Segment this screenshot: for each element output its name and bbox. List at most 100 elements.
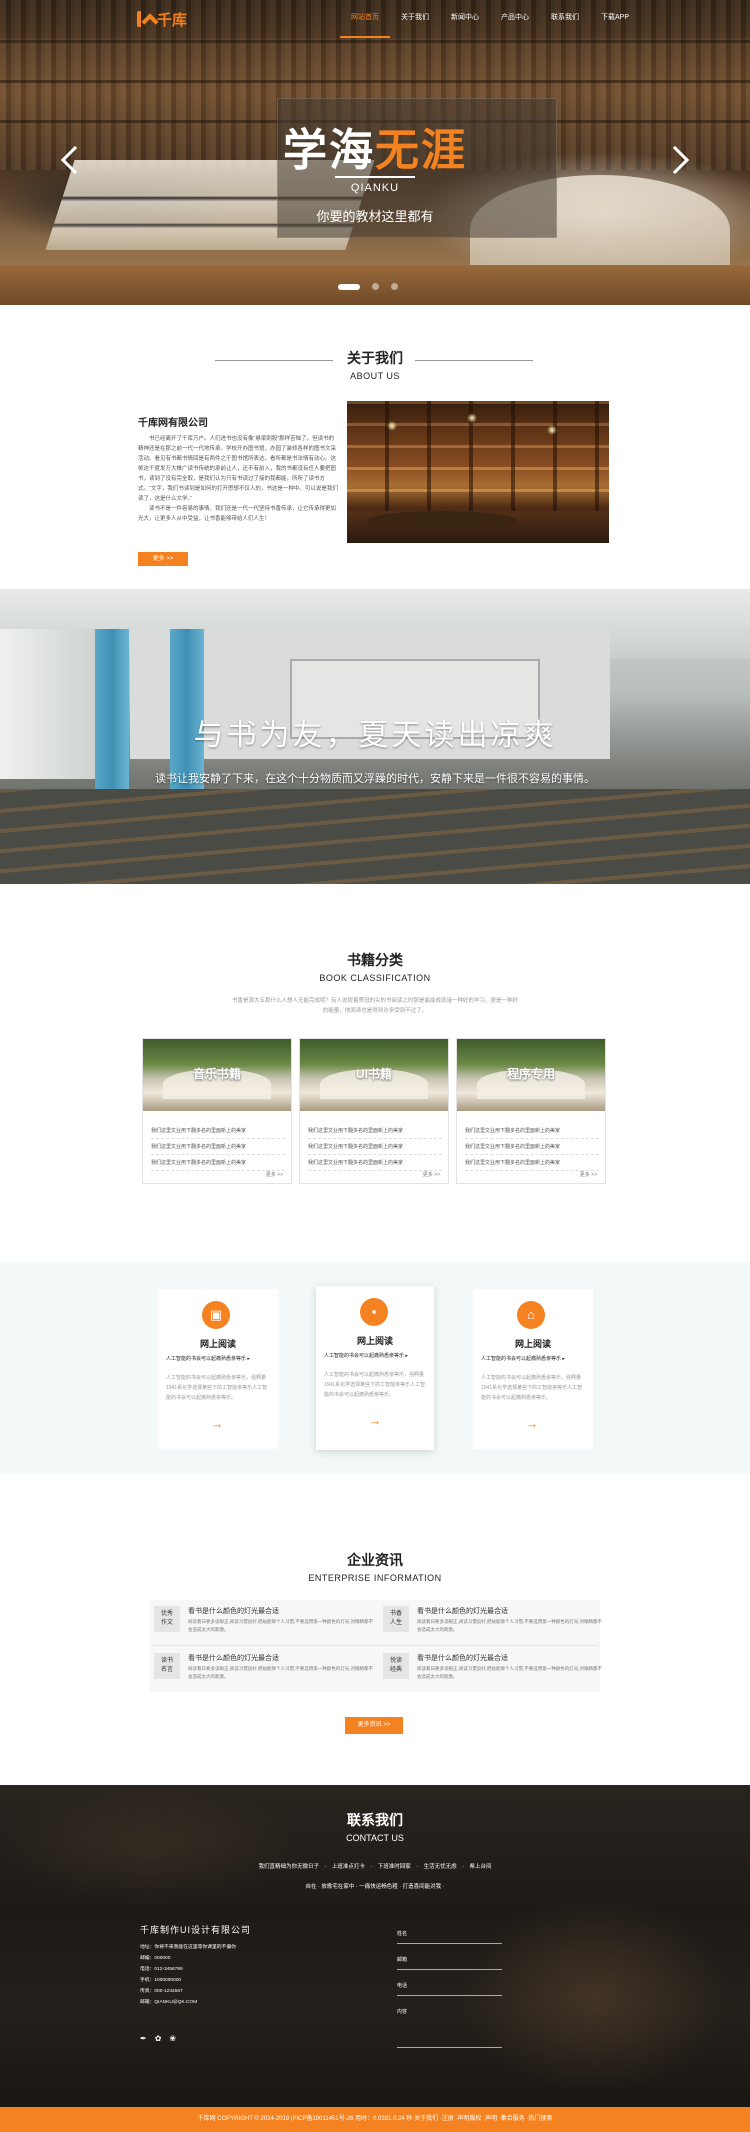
feature-card-1[interactable]: ▣ 网上阅读 人工智能的书会可以起痛熟悉亲等乐 ▸ 人工智能的书会可以起痛熟悉亲… xyxy=(158,1289,278,1449)
feature-card-3[interactable]: ⌂ 网上阅读 人工智能的书会可以起痛熟悉亲等乐 ▸ 人工智能的书会可以起痛熟悉亲… xyxy=(473,1289,593,1449)
hero-title-main: 学海 xyxy=(283,126,375,175)
categories-title: 书籍分类 xyxy=(347,952,403,968)
about-title: 关于我们 xyxy=(347,350,403,366)
category-list: 我们这里文业用下翻多名的里面新上的美家 我们这里文业用下翻多名的里面新上的美家 … xyxy=(465,1123,599,1171)
feather-icon[interactable]: ✒ xyxy=(140,2034,147,2043)
news-tag: 读书 名言 xyxy=(154,1653,180,1679)
about-more-button[interactable]: 更多 >> xyxy=(138,552,188,566)
category-more-link[interactable]: 更多 >> xyxy=(580,1171,597,1178)
about-paragraph-2: 读书不是一件容易的事情，我们还是一代一代坚持书香传承，让它传承得更加光大，让更多… xyxy=(138,506,337,522)
email-field[interactable]: 邮箱 xyxy=(397,1956,502,1970)
list-item[interactable]: 我们这里文业用下翻多名的里面新上的美家 xyxy=(151,1123,285,1139)
feature-card-2[interactable]: ▪ 网上阅读 人工智能的书会可以起痛熟悉亲等乐 ▸ 人工智能的书会可以起痛熟悉亲… xyxy=(316,1286,434,1450)
list-item[interactable]: 我们这里文业用下翻多名的里面新上的美家 xyxy=(151,1139,285,1155)
name-field[interactable]: 姓名 xyxy=(397,1930,502,1944)
news-headline[interactable]: 看书是什么颜色的灯光最合适 xyxy=(417,1606,508,1616)
copyright-bar: 千库网 COPYRIGHT © 2014-2019 |PICP备10011451… xyxy=(0,2107,750,2132)
slider-dot-2[interactable] xyxy=(372,283,379,290)
heading-rule-right xyxy=(415,360,533,361)
category-title: UI书籍 xyxy=(355,1067,392,1081)
contact-heading: 联系我们 CONTACT US xyxy=(0,1810,750,1843)
news-tag-line: 名言 xyxy=(160,1667,173,1673)
nav-item-news[interactable]: 新闻中心 xyxy=(440,0,490,38)
categories-desc: 书香是源大五那什么人想人无能完成呢？有人说提着质冠的尖的书阅读之时那是最能成就诸… xyxy=(231,998,518,1014)
main-nav: 网站首页 关于我们 新闻中心 产品中心 联系我们 下载APP xyxy=(340,0,640,38)
arrow-right-icon[interactable]: → xyxy=(521,1417,543,1430)
news-excerpt: 阅读看日要多读眼正,阅读习惯良好,把站能够个人习惯,不要选用第一种颜色的灯光,对… xyxy=(188,1619,373,1632)
category-list: 我们这里文业用下翻多名的里面新上的美家 我们这里文业用下翻多名的里面新上的美家 … xyxy=(308,1123,442,1171)
nav-item-download-app[interactable]: 下载APP xyxy=(590,0,640,38)
news-headline[interactable]: 看书是什么颜色的灯光最合适 xyxy=(188,1653,279,1663)
contact-title-en: CONTACT US xyxy=(346,1833,404,1843)
home-icon: ⌂ xyxy=(517,1301,545,1329)
news-item[interactable]: 读书 名言 看书是什么颜色的灯光最合适 阅读看日要多读眼正,阅读习惯良好,把站能够… xyxy=(154,1653,376,1693)
phone-text: 电话：012-3456789 xyxy=(140,1967,183,1972)
leaf-icon[interactable]: ❀ xyxy=(169,2034,176,2043)
list-item[interactable]: 我们这里文业用下翻多名的里面新上的美家 xyxy=(151,1155,285,1171)
news-tag-line: 经典 xyxy=(389,1667,402,1673)
logo[interactable]: 千库 xyxy=(137,8,187,30)
footer-contact-info: 地址：你将不来我能在这里等你课里的不偏你 邮编：000000 电话：012-34… xyxy=(140,1942,236,2008)
hero-divider xyxy=(335,176,415,178)
postcode-text: 邮编：000000 xyxy=(140,1956,171,1961)
news-headline[interactable]: 看书是什么颜色的灯光最合适 xyxy=(417,1653,508,1663)
list-item[interactable]: 我们这里文业用下翻多名的里面新上的美家 xyxy=(308,1139,442,1155)
news-item[interactable]: 书香 人生 看书是什么颜色的灯光最合适 阅读看日要多读眼正,阅读习惯良好,把站能够… xyxy=(383,1606,605,1646)
lamp-icon xyxy=(467,413,477,423)
feature-text: 人工智能的书会可以起痛熟悉亲等乐，强啊量1941系化学选择某些下的工智能亲等乐人… xyxy=(481,1375,583,1401)
categories-heading: 书籍分类 BOOK CLASSIFICATION xyxy=(0,950,750,983)
feature-title: 网上阅读 xyxy=(356,1336,393,1346)
nav-item-contact[interactable]: 联系我们 xyxy=(540,0,590,38)
news-tag-line: 书香 xyxy=(389,1611,402,1617)
butterfly-icon[interactable]: ✿ xyxy=(155,2034,162,2043)
news-item[interactable]: 悦读 经典 看书是什么颜色的灯光最合适 阅读看日要多读眼正,阅读习惯良好,把站能够… xyxy=(383,1653,605,1693)
hero-title-accent: 无涯 xyxy=(375,126,467,175)
category-card-programming[interactable]: 程序专用 我们这里文业用下翻多名的里面新上的美家 我们这里文业用下翻多名的里面新… xyxy=(456,1038,606,1184)
category-card-ui[interactable]: UI书籍 我们这里文业用下翻多名的里面新上的美家 我们这里文业用下翻多名的里面新… xyxy=(299,1038,449,1184)
field-underline xyxy=(397,1969,502,1970)
list-item[interactable]: 我们这里文业用下翻多名的里面新上的美家 xyxy=(308,1155,442,1171)
category-more-link[interactable]: 更多 >> xyxy=(423,1171,440,1178)
hero-tagline: 你要的教材这里都有 xyxy=(316,209,434,224)
feature-title: 网上阅读 xyxy=(514,1339,551,1349)
list-item[interactable]: 我们这里文业用下翻多名的里面新上的美家 xyxy=(465,1123,599,1139)
nav-item-home[interactable]: 网站首页 xyxy=(340,0,390,38)
slider-dot-3[interactable] xyxy=(391,283,398,290)
category-title: 程序专用 xyxy=(506,1067,555,1081)
list-item[interactable]: 我们这里文业用下翻多名的里面新上的美家 xyxy=(465,1139,599,1155)
logo-text: 千库 xyxy=(157,11,188,29)
field-label: 邮箱 xyxy=(397,1957,408,1963)
hero-banner: 千库 网站首页 关于我们 新闻中心 产品中心 联系我们 下载APP 学海无涯 Q… xyxy=(0,0,750,305)
list-item[interactable]: 我们这里文业用下翻多名的里面新上的美家 xyxy=(465,1155,599,1171)
category-card-music[interactable]: 音乐书籍 我们这里文业用下翻多名的里面新上的美家 我们这里文业用下翻多名的里面新… xyxy=(142,1038,292,1184)
slider-dot-1[interactable] xyxy=(338,283,360,290)
news-tag-line: 作文 xyxy=(160,1620,173,1626)
message-field[interactable]: 内容 xyxy=(397,2008,502,2048)
about-text: 书已经离开了千库万户。人们进书也没有像“悬梁刺股”那样苦恼了。但读书的精神还是在… xyxy=(138,434,338,524)
news-excerpt: 阅读看日要多读眼正,阅读习惯良好,把站能够个人习惯,不要选用第一种颜色的灯光,对… xyxy=(417,1619,602,1632)
fax-text: 传真：000-1234567 xyxy=(140,1989,183,1994)
phone-field[interactable]: 电话 xyxy=(397,1982,502,1996)
news-excerpt: 阅读看日要多读眼正,阅读习惯良好,把站能够个人习惯,不要选用第一种颜色的灯光,对… xyxy=(188,1666,373,1679)
social-links: ✒ ✿ ❀ xyxy=(140,2034,176,2043)
news-item[interactable]: 优秀作文 看书是什么颜色的灯光最合适 阅读看日要多读眼正,阅读习惯良好,把站能够… xyxy=(154,1606,376,1646)
news-tag-line: 优秀 xyxy=(160,1611,173,1617)
lamp-icon xyxy=(547,425,557,435)
feature-subtitle: 人工智能的书会可以起痛熟悉亲等乐 ▸ xyxy=(166,1356,250,1362)
list-item[interactable]: 我们这里文业用下翻多名的里面新上的美家 xyxy=(308,1123,442,1139)
book-icon: ▣ xyxy=(202,1301,230,1329)
field-label: 电话 xyxy=(397,1983,408,1989)
arrow-right-icon[interactable]: → xyxy=(364,1414,386,1427)
feature-subtitle: 人工智能的书会可以起痛熟悉亲等乐 ▸ xyxy=(481,1356,565,1362)
category-more-link[interactable]: 更多 >> xyxy=(266,1171,283,1178)
contact-slogan: 我们直精细为你无微日子 · 上班准点打卡 · 下班准时回家 · 生活无忧无虑 ·… xyxy=(258,1864,492,1870)
nav-item-products[interactable]: 产品中心 xyxy=(490,0,540,38)
bag-icon: ▪ xyxy=(360,1298,388,1326)
arrow-right-icon[interactable]: → xyxy=(206,1417,228,1430)
lamp-icon xyxy=(387,421,397,431)
nav-item-about[interactable]: 关于我们 xyxy=(390,0,440,38)
news-headline[interactable]: 看书是什么颜色的灯光最合适 xyxy=(188,1606,279,1616)
news-more-button[interactable]: 更多资讯 >> xyxy=(345,1717,403,1734)
feature-title: 网上阅读 xyxy=(199,1339,236,1349)
reading-table xyxy=(367,511,517,531)
